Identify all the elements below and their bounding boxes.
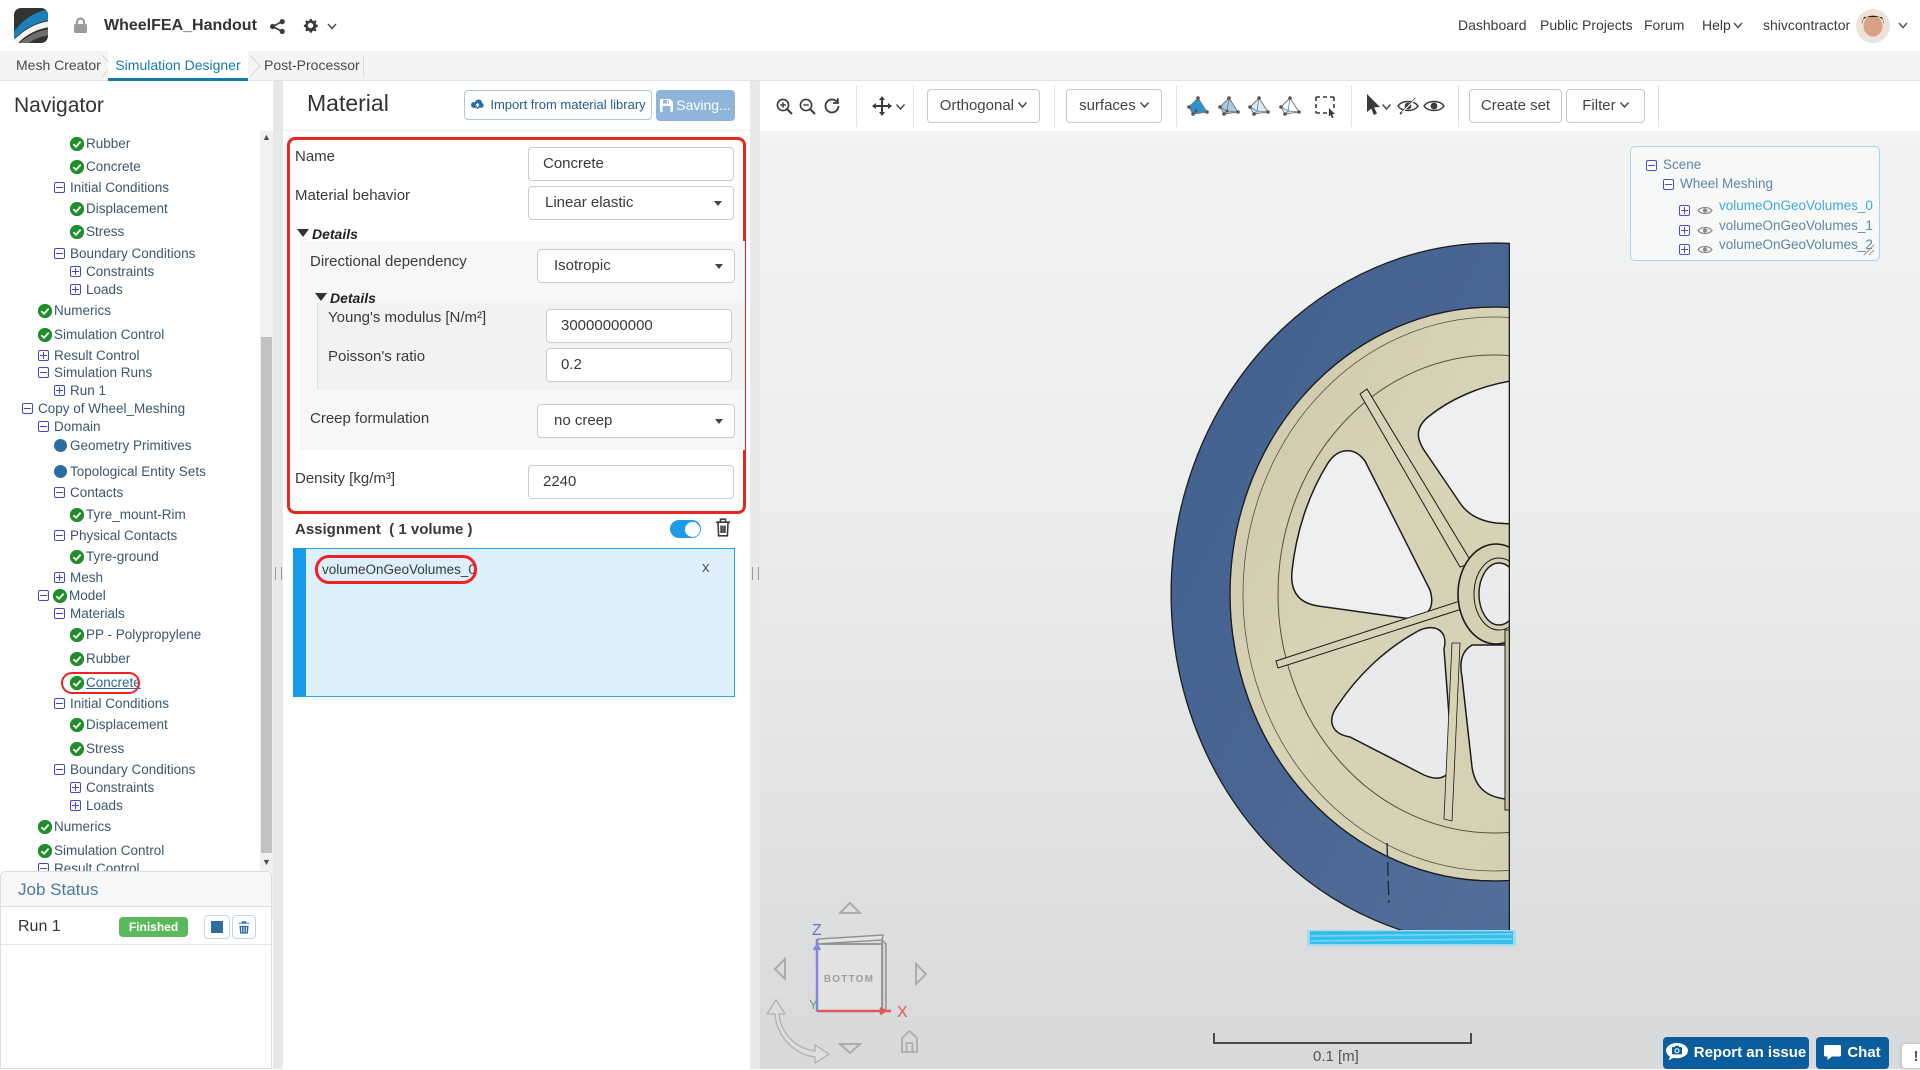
svg-text:X: X [897,1004,908,1021]
svg-text:Z: Z [812,922,822,939]
svg-text:Y: Y [809,997,818,1012]
svg-text:BOTTOM: BOTTOM [824,974,874,985]
